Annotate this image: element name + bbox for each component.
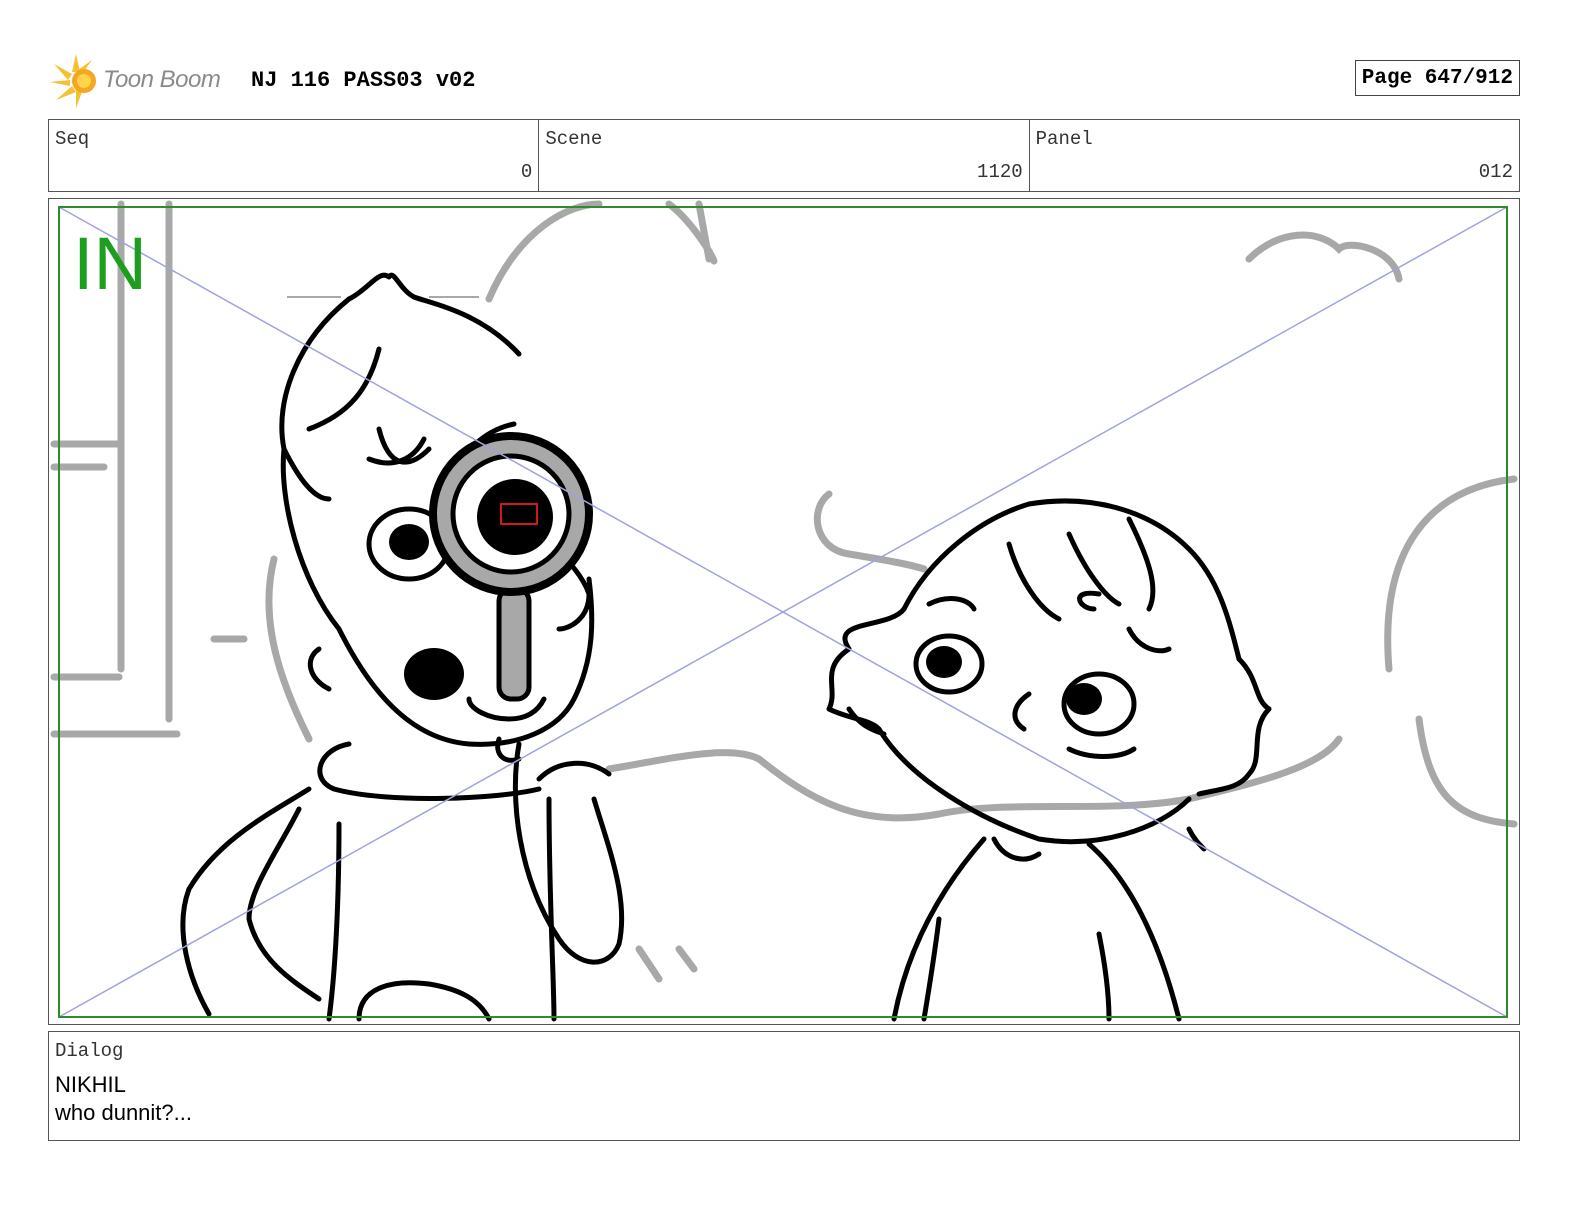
toon-boom-logo: Toon Boom xyxy=(48,50,248,110)
sun-burst-icon xyxy=(50,54,96,108)
scene-cell: Scene 1120 xyxy=(539,120,1030,191)
seq-label: Seq xyxy=(55,128,90,150)
dialog-box: Dialog NIKHIL who dunnit?... xyxy=(48,1031,1520,1141)
panel-sketch xyxy=(50,200,1518,1022)
camera-guides xyxy=(58,206,1508,1018)
in-marker: IN xyxy=(73,222,147,305)
dialog-character: NIKHIL xyxy=(55,1072,126,1097)
seq-cell: Seq 0 xyxy=(49,120,540,191)
storyboard-header: Toon Boom NJ 116 PASS03 v02 Page 647/912 xyxy=(48,50,1520,110)
scene-value: 1120 xyxy=(977,161,1023,183)
project-title: NJ 116 PASS03 v02 xyxy=(251,68,476,93)
scene-label: Scene xyxy=(545,128,603,150)
dialog-label: Dialog xyxy=(55,1040,124,1062)
panel-value: 012 xyxy=(1478,161,1513,183)
panel-cell: Panel 012 xyxy=(1030,120,1519,191)
background-sketch xyxy=(50,200,1518,983)
seq-value: 0 xyxy=(520,161,533,183)
page-counter: Page 647/912 xyxy=(1354,60,1520,96)
logo-text: Toon Boom xyxy=(103,66,221,93)
dialog-text: who dunnit?... xyxy=(55,1100,192,1125)
panel-label: Panel xyxy=(1035,128,1093,150)
panel-info-row: Seq 0 Scene 1120 Panel 012 xyxy=(48,119,1520,192)
storyboard-panel: IN xyxy=(48,198,1520,1025)
boy-with-magnifier xyxy=(180,272,625,1022)
